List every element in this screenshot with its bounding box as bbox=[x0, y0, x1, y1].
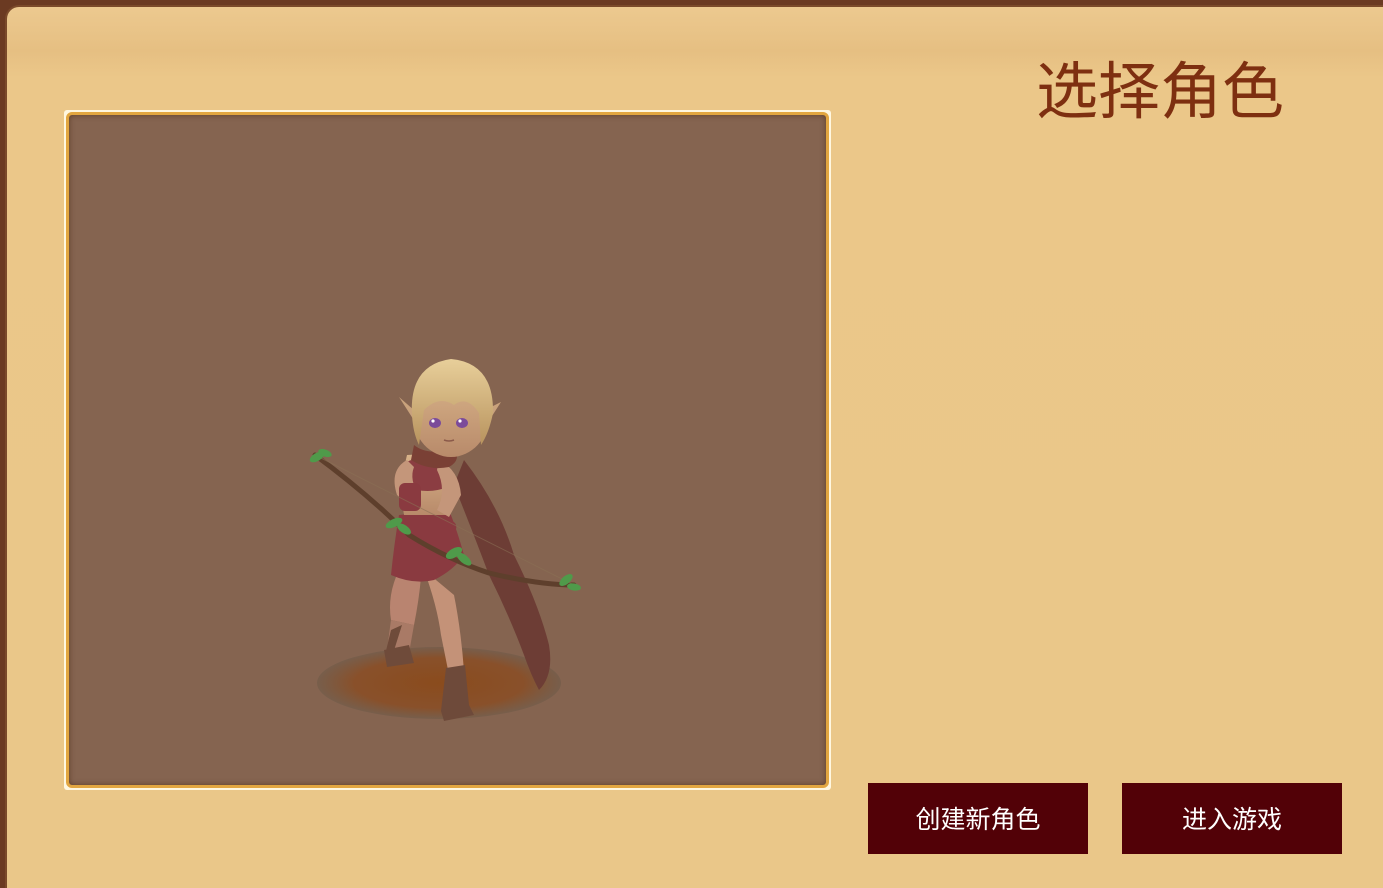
character-model bbox=[309, 359, 581, 721]
right-eye bbox=[456, 418, 468, 428]
page-title: 选择角色 bbox=[1036, 55, 1285, 128]
create-character-button[interactable]: 创建新角色 bbox=[868, 783, 1088, 854]
game-window: 选择角色 创建新角色 进入游戏 bbox=[0, 0, 1383, 888]
character-preview-viewport[interactable] bbox=[66, 112, 829, 788]
enter-game-button[interactable]: 进入游戏 bbox=[1122, 783, 1342, 854]
left-eye bbox=[429, 418, 441, 428]
ground-shadow bbox=[317, 647, 561, 719]
